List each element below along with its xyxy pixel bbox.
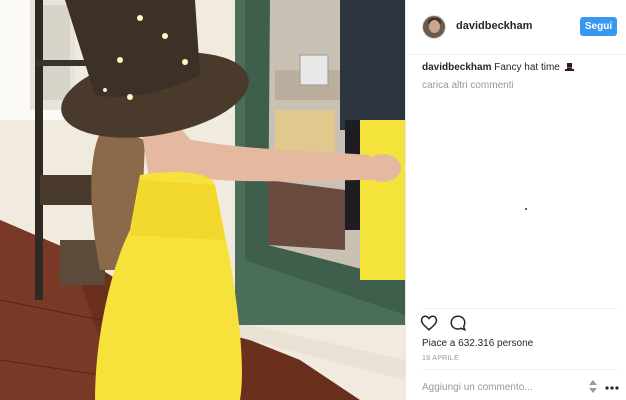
likes-count[interactable]: Piace a 632.316 persone bbox=[422, 338, 533, 349]
load-more-comments-link[interactable]: carica altri commenti bbox=[422, 80, 514, 91]
username-link[interactable]: davidbeckham bbox=[456, 20, 532, 32]
top-hat-emoji-icon bbox=[564, 63, 574, 71]
post-header: davidbeckham Segui bbox=[406, 0, 626, 55]
post-side-panel: davidbeckham Segui davidbeckham Fancy ha… bbox=[405, 0, 626, 400]
post-date: 18 APRILE bbox=[422, 355, 459, 362]
post-image bbox=[0, 0, 405, 400]
heart-icon[interactable] bbox=[420, 314, 438, 332]
post-photo[interactable] bbox=[0, 0, 405, 400]
up-down-arrows-icon[interactable] bbox=[587, 380, 599, 393]
stray-dot bbox=[525, 208, 527, 210]
divider bbox=[422, 369, 617, 370]
caption: davidbeckham Fancy hat time bbox=[422, 62, 617, 73]
divider bbox=[422, 308, 617, 309]
comment-bubble-icon[interactable] bbox=[449, 314, 467, 332]
more-options-icon[interactable] bbox=[605, 386, 619, 390]
follow-button[interactable]: Segui bbox=[580, 17, 617, 36]
comment-input[interactable] bbox=[422, 379, 572, 395]
caption-username[interactable]: davidbeckham bbox=[422, 62, 491, 73]
avatar[interactable] bbox=[422, 15, 446, 39]
caption-text: Fancy hat time bbox=[494, 62, 560, 73]
